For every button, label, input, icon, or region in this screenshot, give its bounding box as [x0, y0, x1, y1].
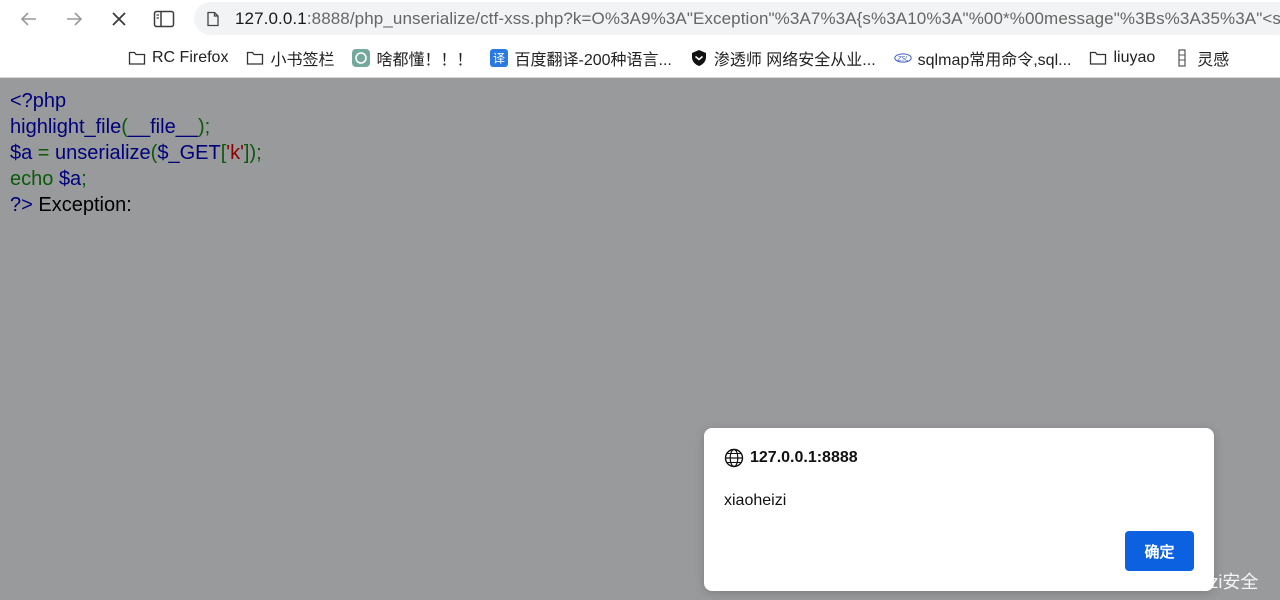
address-bar[interactable]: 127.0.0.1:8888/php_unserialize/ctf-xss.p…	[194, 2, 1280, 35]
bookmark-label: 小书签栏	[270, 46, 334, 70]
browser-toolbar: 127.0.0.1:8888/php_unserialize/ctf-xss.p…	[0, 0, 1280, 38]
site-icon: ZSL	[894, 49, 912, 67]
folder-icon	[1089, 49, 1107, 67]
back-button[interactable]	[14, 4, 44, 34]
sidebar-toggle-button[interactable]	[149, 4, 179, 34]
bookmark-label: liuyao	[1113, 49, 1155, 67]
arrow-right-icon	[64, 9, 84, 29]
bookmark-label: RC Firefox	[152, 49, 228, 67]
bookmark-security[interactable]: 渗透师 网络安全从业...	[690, 46, 876, 70]
ok-button[interactable]: 确定	[1125, 531, 1194, 571]
dialog-origin: 127.0.0.1:8888	[724, 448, 858, 468]
php-source-code: <?php highlight_file(__file__); $a = uns…	[10, 88, 262, 218]
code-line-1: <?php	[10, 88, 262, 114]
bookmark-inspiration[interactable]: 灵感	[1173, 46, 1229, 70]
stop-loading-button[interactable]	[104, 4, 134, 34]
bookmark-icon	[1173, 49, 1191, 67]
bookmark-liuyao[interactable]: liuyao	[1089, 49, 1155, 67]
code-line-4: echo $a;	[10, 166, 262, 192]
bookmark-label: sqlmap常用命令,sql...	[918, 46, 1072, 70]
bookmark-label: 啥都懂！！！	[376, 46, 472, 70]
code-line-3: $a = unserialize($_GET['k']);	[10, 140, 262, 166]
bookmarks-bar: RC Firefox 小书签栏 啥都懂！！！ 译 百度翻译-200种语言... …	[0, 42, 1280, 74]
bookmark-chat[interactable]: 啥都懂！！！	[352, 46, 472, 70]
bookmark-label: 百度翻译-200种语言...	[514, 46, 671, 70]
folder-icon	[128, 49, 146, 67]
forward-button[interactable]	[59, 4, 89, 34]
code-line-2: highlight_file(__file__);	[10, 114, 262, 140]
svg-text:ZSL: ZSL	[896, 56, 908, 62]
openai-icon	[352, 49, 370, 67]
code-line-5: ?> Exception:	[10, 192, 262, 218]
url-path: :8888/php_unserialize/ctf-xss.php?k=O%3A…	[307, 9, 1280, 28]
folder-icon	[246, 49, 264, 67]
bookmark-folder[interactable]: 小书签栏	[246, 46, 334, 70]
browser-chrome: 127.0.0.1:8888/php_unserialize/ctf-xss.p…	[0, 0, 1280, 78]
echo-output: Exception:	[33, 194, 132, 216]
alert-dialog: 127.0.0.1:8888 xiaoheizi 确定	[704, 428, 1214, 591]
bookmark-sqlmap[interactable]: ZSL sqlmap常用命令,sql...	[894, 46, 1072, 70]
watermark: CSDN @xiaoheizi安全	[1078, 568, 1258, 594]
dialog-origin-text: 127.0.0.1:8888	[750, 449, 858, 467]
svg-text:译: 译	[493, 52, 505, 66]
shield-icon	[690, 49, 708, 67]
sidebar-icon	[153, 10, 175, 28]
bookmark-rc-firefox[interactable]: RC Firefox	[128, 49, 228, 67]
url-text[interactable]: 127.0.0.1:8888/php_unserialize/ctf-xss.p…	[235, 9, 1280, 29]
bookmark-translate[interactable]: 译 百度翻译-200种语言...	[490, 46, 671, 70]
close-icon	[109, 9, 129, 29]
bookmark-label: 渗透师 网络安全从业...	[714, 46, 876, 70]
arrow-left-icon	[19, 9, 39, 29]
url-host: 127.0.0.1	[235, 9, 307, 28]
dialog-message: xiaoheizi	[724, 492, 786, 510]
page-icon	[205, 11, 221, 27]
globe-icon	[724, 448, 744, 468]
translate-icon: 译	[490, 49, 508, 67]
bookmark-label: 灵感	[1197, 46, 1229, 70]
